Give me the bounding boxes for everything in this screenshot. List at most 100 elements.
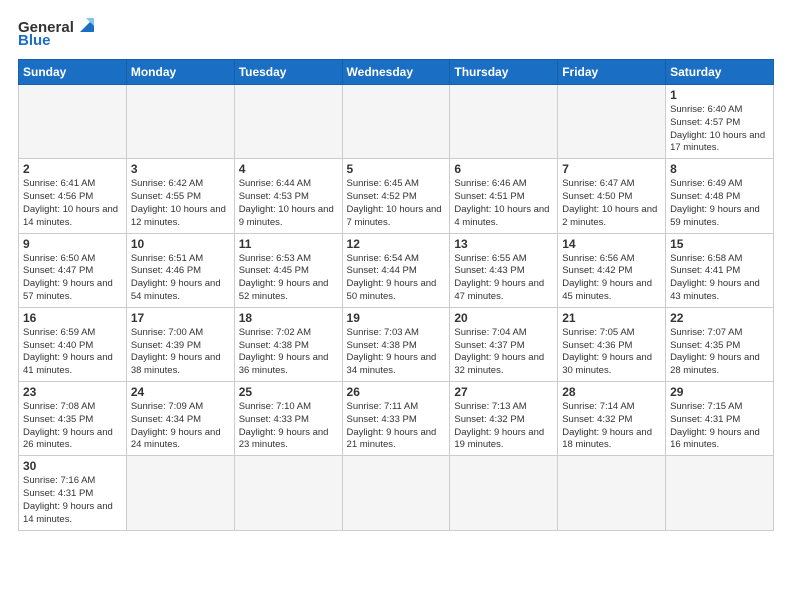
- day-cell: 7Sunrise: 6:47 AM Sunset: 4:50 PM Daylig…: [558, 159, 666, 233]
- day-cell: [450, 85, 558, 159]
- day-cell: 17 Sunrise: 7:00 AM Sunset: 4:39 PM Dayli…: [126, 307, 234, 381]
- day-number: 27: [454, 385, 553, 399]
- day-cell: 2 Sunrise: 6:41 AM Sunset: 4:56 PM Daylig…: [19, 159, 127, 233]
- day-cell: [126, 85, 234, 159]
- day-cell: [558, 456, 666, 530]
- day-number: 8: [670, 162, 769, 176]
- day-cell: 11 Sunrise: 6:53 AM Sunset: 4:45 PM Dayli…: [234, 233, 342, 307]
- day-cell: 1Sunrise: 6:40 AM Sunset: 4:57 PM Daylig…: [666, 85, 774, 159]
- day-number: 6: [454, 162, 553, 176]
- day-cell: 27 Sunrise: 7:13 AM Sunset: 4:32 PM Dayli…: [450, 382, 558, 456]
- day-cell: 24 Sunrise: 7:09 AM Sunset: 4:34 PM Dayli…: [126, 382, 234, 456]
- day-number: 4: [239, 162, 338, 176]
- day-number: 23: [23, 385, 122, 399]
- day-cell: 9 Sunrise: 6:50 AM Sunset: 4:47 PM Daylig…: [19, 233, 127, 307]
- day-cell: 23 Sunrise: 7:08 AM Sunset: 4:35 PM Dayli…: [19, 382, 127, 456]
- week-row-6: 30Sunrise: 7:16 AM Sunset: 4:31 PM Dayli…: [19, 456, 774, 530]
- day-info: Sunrise: 6:46 AM Sunset: 4:51 PM Dayligh…: [454, 178, 553, 229]
- day-cell: 6 Sunrise: 6:46 AM Sunset: 4:51 PM Daylig…: [450, 159, 558, 233]
- day-cell: [234, 456, 342, 530]
- day-info: Sunrise: 7:13 AM Sunset: 4:32 PM Dayligh…: [454, 401, 553, 452]
- day-info: Sunrise: 6:58 AM Sunset: 4:41 PM Dayligh…: [670, 253, 769, 304]
- week-row-1: 1Sunrise: 6:40 AM Sunset: 4:57 PM Daylig…: [19, 85, 774, 159]
- day-number: 2: [23, 162, 122, 176]
- day-number: 22: [670, 311, 769, 325]
- day-cell: [342, 85, 450, 159]
- day-info: Sunrise: 7:16 AM Sunset: 4:31 PM Dayligh…: [23, 475, 122, 526]
- day-number: 10: [131, 237, 230, 251]
- weekday-monday: Monday: [126, 60, 234, 85]
- day-info: Sunrise: 7:04 AM Sunset: 4:37 PM Dayligh…: [454, 327, 553, 378]
- day-cell: 18Sunrise: 7:02 AM Sunset: 4:38 PM Dayli…: [234, 307, 342, 381]
- weekday-friday: Friday: [558, 60, 666, 85]
- day-number: 17: [131, 311, 230, 325]
- day-info: Sunrise: 7:14 AM Sunset: 4:32 PM Dayligh…: [562, 401, 661, 452]
- day-cell: [19, 85, 127, 159]
- day-cell: 12Sunrise: 6:54 AM Sunset: 4:44 PM Dayli…: [342, 233, 450, 307]
- day-cell: 21 Sunrise: 7:05 AM Sunset: 4:36 PM Dayli…: [558, 307, 666, 381]
- day-info: Sunrise: 7:15 AM Sunset: 4:31 PM Dayligh…: [670, 401, 769, 452]
- logo-triangle-icon: [76, 14, 98, 36]
- day-cell: 28Sunrise: 7:14 AM Sunset: 4:32 PM Dayli…: [558, 382, 666, 456]
- week-row-5: 23 Sunrise: 7:08 AM Sunset: 4:35 PM Dayli…: [19, 382, 774, 456]
- calendar: SundayMondayTuesdayWednesdayThursdayFrid…: [18, 59, 774, 531]
- page: General Blue SundayMondayTuesdayWednesda…: [0, 0, 792, 612]
- day-cell: 3Sunrise: 6:42 AM Sunset: 4:55 PM Daylig…: [126, 159, 234, 233]
- day-cell: 26 Sunrise: 7:11 AM Sunset: 4:33 PM Dayli…: [342, 382, 450, 456]
- day-number: 14: [562, 237, 661, 251]
- day-number: 15: [670, 237, 769, 251]
- day-cell: 29Sunrise: 7:15 AM Sunset: 4:31 PM Dayli…: [666, 382, 774, 456]
- day-cell: 4 Sunrise: 6:44 AM Sunset: 4:53 PM Daylig…: [234, 159, 342, 233]
- week-row-4: 16Sunrise: 6:59 AM Sunset: 4:40 PM Dayli…: [19, 307, 774, 381]
- day-number: 21: [562, 311, 661, 325]
- day-info: Sunrise: 7:03 AM Sunset: 4:38 PM Dayligh…: [347, 327, 446, 378]
- day-number: 13: [454, 237, 553, 251]
- day-info: Sunrise: 7:05 AM Sunset: 4:36 PM Dayligh…: [562, 327, 661, 378]
- weekday-sunday: Sunday: [19, 60, 127, 85]
- weekday-thursday: Thursday: [450, 60, 558, 85]
- day-info: Sunrise: 7:09 AM Sunset: 4:34 PM Dayligh…: [131, 401, 230, 452]
- day-number: 5: [347, 162, 446, 176]
- day-info: Sunrise: 6:40 AM Sunset: 4:57 PM Dayligh…: [670, 104, 769, 155]
- day-cell: 25Sunrise: 7:10 AM Sunset: 4:33 PM Dayli…: [234, 382, 342, 456]
- day-info: Sunrise: 6:59 AM Sunset: 4:40 PM Dayligh…: [23, 327, 122, 378]
- day-cell: 15 Sunrise: 6:58 AM Sunset: 4:41 PM Dayli…: [666, 233, 774, 307]
- day-cell: [234, 85, 342, 159]
- day-info: Sunrise: 6:49 AM Sunset: 4:48 PM Dayligh…: [670, 178, 769, 229]
- day-info: Sunrise: 7:07 AM Sunset: 4:35 PM Dayligh…: [670, 327, 769, 378]
- logo: General Blue: [18, 18, 98, 49]
- day-cell: 16Sunrise: 6:59 AM Sunset: 4:40 PM Dayli…: [19, 307, 127, 381]
- day-info: Sunrise: 6:50 AM Sunset: 4:47 PM Dayligh…: [23, 253, 122, 304]
- day-info: Sunrise: 6:53 AM Sunset: 4:45 PM Dayligh…: [239, 253, 338, 304]
- week-row-3: 9 Sunrise: 6:50 AM Sunset: 4:47 PM Daylig…: [19, 233, 774, 307]
- day-info: Sunrise: 6:56 AM Sunset: 4:42 PM Dayligh…: [562, 253, 661, 304]
- day-cell: [666, 456, 774, 530]
- day-info: Sunrise: 6:44 AM Sunset: 4:53 PM Dayligh…: [239, 178, 338, 229]
- day-number: 25: [239, 385, 338, 399]
- day-number: 7: [562, 162, 661, 176]
- day-number: 12: [347, 237, 446, 251]
- day-cell: 10 Sunrise: 6:51 AM Sunset: 4:46 PM Dayli…: [126, 233, 234, 307]
- day-info: Sunrise: 6:45 AM Sunset: 4:52 PM Dayligh…: [347, 178, 446, 229]
- day-number: 26: [347, 385, 446, 399]
- day-info: Sunrise: 7:08 AM Sunset: 4:35 PM Dayligh…: [23, 401, 122, 452]
- day-number: 18: [239, 311, 338, 325]
- day-info: Sunrise: 6:51 AM Sunset: 4:46 PM Dayligh…: [131, 253, 230, 304]
- day-cell: 8 Sunrise: 6:49 AM Sunset: 4:48 PM Daylig…: [666, 159, 774, 233]
- day-number: 9: [23, 237, 122, 251]
- week-row-2: 2 Sunrise: 6:41 AM Sunset: 4:56 PM Daylig…: [19, 159, 774, 233]
- header: General Blue: [18, 18, 774, 49]
- day-cell: 14 Sunrise: 6:56 AM Sunset: 4:42 PM Dayli…: [558, 233, 666, 307]
- day-cell: [342, 456, 450, 530]
- day-info: Sunrise: 7:11 AM Sunset: 4:33 PM Dayligh…: [347, 401, 446, 452]
- day-number: 24: [131, 385, 230, 399]
- day-cell: [558, 85, 666, 159]
- day-info: Sunrise: 6:41 AM Sunset: 4:56 PM Dayligh…: [23, 178, 122, 229]
- day-info: Sunrise: 7:00 AM Sunset: 4:39 PM Dayligh…: [131, 327, 230, 378]
- day-number: 3: [131, 162, 230, 176]
- day-cell: 22 Sunrise: 7:07 AM Sunset: 4:35 PM Dayli…: [666, 307, 774, 381]
- day-cell: 13Sunrise: 6:55 AM Sunset: 4:43 PM Dayli…: [450, 233, 558, 307]
- day-number: 11: [239, 237, 338, 251]
- weekday-wednesday: Wednesday: [342, 60, 450, 85]
- day-number: 19: [347, 311, 446, 325]
